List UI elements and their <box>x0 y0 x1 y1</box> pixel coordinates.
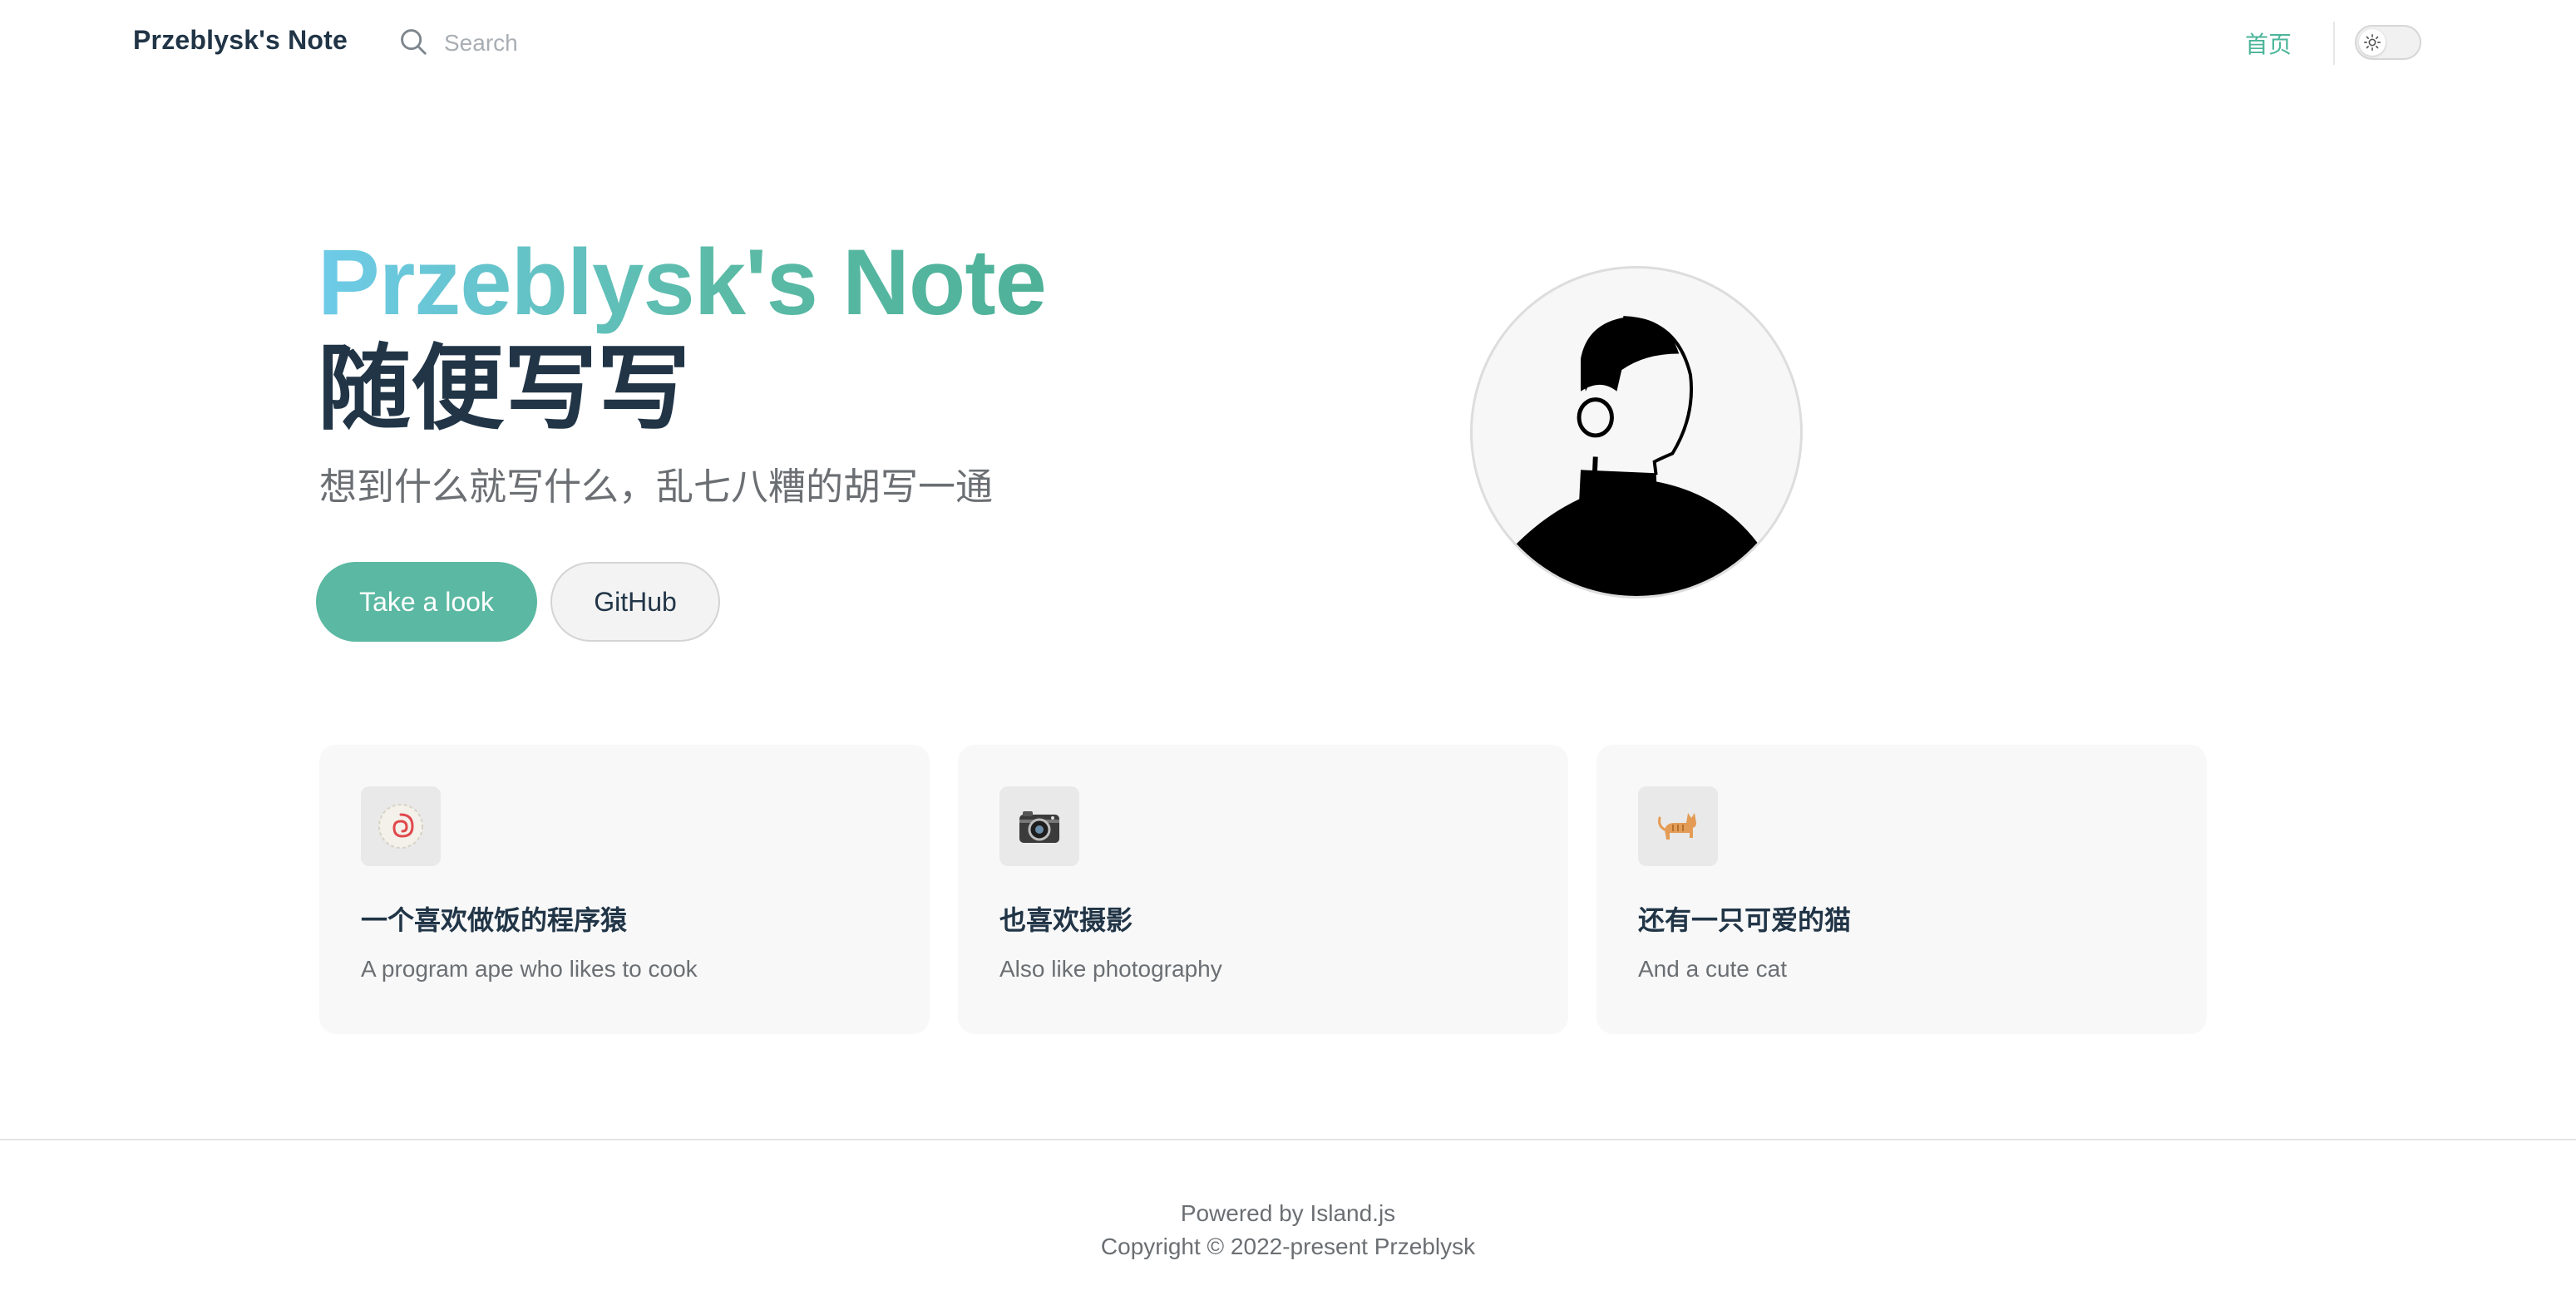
hero-name: Przeblysk's Note <box>318 224 1047 341</box>
nav-link-home[interactable]: 首页 <box>2245 27 2292 60</box>
feature-title: 一个喜欢做饭的程序猿 <box>361 905 628 935</box>
feature-card: 还有一只可爱的猫 And a cute cat <box>1596 745 2207 1034</box>
search-box[interactable] <box>397 23 644 63</box>
page: Przeblysk's Note 首页 <box>0 0 2576 1310</box>
hero-avatar-image <box>1470 266 1803 598</box>
avatar-silhouette-icon <box>1513 316 1759 596</box>
feature-card: 也喜欢摄影 Also like photography <box>958 745 1568 1034</box>
feature-details: And a cute cat <box>1638 956 1788 982</box>
fish-cake-icon <box>361 786 441 866</box>
site-title-link[interactable]: Przeblysk's Note <box>133 25 348 56</box>
navbar: Przeblysk's Note 首页 <box>0 0 2576 86</box>
footer-message: Powered by Island.js <box>1180 1200 1396 1226</box>
github-button[interactable]: GitHub <box>550 562 720 642</box>
feature-details: A program ape who likes to cook <box>361 956 698 982</box>
sun-icon <box>2359 29 2386 56</box>
feature-card: 一个喜欢做饭的程序猿 A program ape who likes to co… <box>319 745 930 1034</box>
search-icon[interactable] <box>397 26 429 62</box>
footer-copyright: Copyright © 2022-present Przeblysk <box>1100 1234 1476 1259</box>
camera-icon <box>999 786 1079 866</box>
hero-tagline: 想到什么就写什么，乱七八糟的胡写一通 <box>319 465 994 508</box>
footer: Powered by Island.js Copyright © 2022-pr… <box>0 1139 2576 1310</box>
nav-divider <box>2333 22 2335 65</box>
hero-text: 随便写写 <box>318 337 690 441</box>
feature-details: Also like photography <box>999 956 1222 982</box>
cat-icon <box>1638 786 1718 866</box>
feature-title: 也喜欢摄影 <box>999 905 1133 935</box>
theme-toggle-switch[interactable] <box>2355 25 2421 60</box>
search-input[interactable] <box>444 30 644 57</box>
feature-title: 还有一只可爱的猫 <box>1638 905 1852 935</box>
take-a-look-button[interactable]: Take a look <box>316 562 537 642</box>
